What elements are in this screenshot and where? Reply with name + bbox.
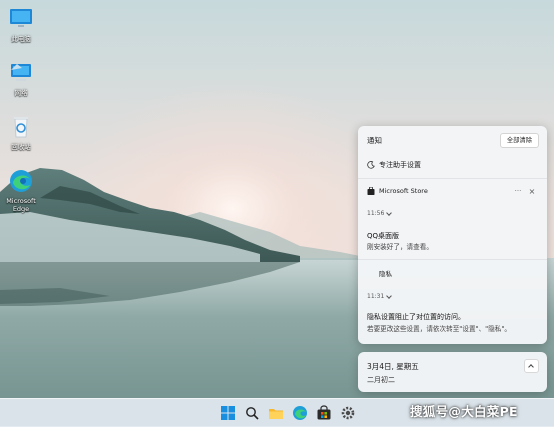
notification-time: 11:31 (367, 293, 385, 300)
computer-icon (10, 9, 32, 29)
notification-time-toggle[interactable]: 11:56 (367, 209, 393, 217)
start-icon[interactable] (220, 405, 236, 421)
notification-time: 11:56 (367, 210, 385, 217)
network-icon (11, 64, 31, 81)
notification-body: 若要更改这些设置，请依次转至"设置"、"隐私"。 (367, 325, 512, 333)
desktop-icon-label: 此电脑 (11, 35, 31, 43)
search-icon[interactable] (244, 405, 260, 421)
watermark-text: 搜狐号@大白菜PE (410, 404, 518, 419)
file-explorer-icon[interactable] (268, 405, 284, 421)
more-options-icon[interactable]: ··· (511, 187, 525, 195)
focus-assist-settings-link[interactable]: 专注助手设置 (367, 160, 421, 170)
desktop-icon-computer[interactable]: 此电脑 (0, 6, 42, 44)
settings-icon[interactable] (340, 405, 356, 421)
notification-group-header: 隐私 (367, 267, 539, 279)
store-icon[interactable] (316, 405, 332, 421)
moon-icon (367, 161, 375, 169)
recycle-bin-icon (14, 117, 28, 138)
focus-assist-label: 专注助手设置 (379, 161, 421, 169)
notification-center: 通知 全部清除 专注助手设置 Microsoft Store ··· × 11:… (358, 126, 547, 344)
notification-time-toggle[interactable]: 11:31 (367, 292, 393, 300)
clear-all-button[interactable]: 全部清除 (499, 133, 539, 148)
calendar-flyout: 3月4日, 星期五 二月初二 (358, 352, 547, 392)
edge-icon (10, 170, 32, 192)
divider (358, 259, 547, 260)
desktop-icon-network[interactable]: 网络 (0, 60, 42, 98)
desktop-icon-recycle-bin[interactable]: 回收站 (0, 114, 42, 152)
notification-app-name: Microsoft Store (379, 187, 428, 195)
chevron-up-icon (528, 364, 534, 370)
calendar-lunar-date: 二月初二 (367, 376, 395, 384)
close-icon[interactable]: × (525, 187, 539, 196)
notification-group-header: Microsoft Store ··· × (367, 185, 539, 197)
chevron-down-icon (386, 209, 393, 216)
notification-title[interactable]: QQ桌面版 (367, 231, 399, 241)
notification-title[interactable]: 隐私设置阻止了对位置的访问。 (367, 312, 465, 322)
store-icon (367, 187, 375, 195)
notification-body: 刚安装好了，请查看。 (367, 243, 433, 251)
calendar-date: 3月4日, 星期五 (367, 362, 419, 371)
desktop-icon-label: 回收站 (11, 143, 31, 151)
notification-app-name: 隐私 (379, 270, 392, 278)
chevron-down-icon (386, 292, 393, 299)
divider (358, 178, 547, 179)
desktop-icon-label: 网络 (14, 89, 28, 97)
notification-center-title: 通知 (367, 136, 382, 145)
edge-icon[interactable] (292, 405, 308, 421)
expand-calendar-button[interactable] (524, 359, 539, 373)
desktop-icon-label: Microsoft Edge (6, 197, 36, 213)
desktop-icon-edge[interactable]: Microsoft Edge (0, 168, 42, 214)
